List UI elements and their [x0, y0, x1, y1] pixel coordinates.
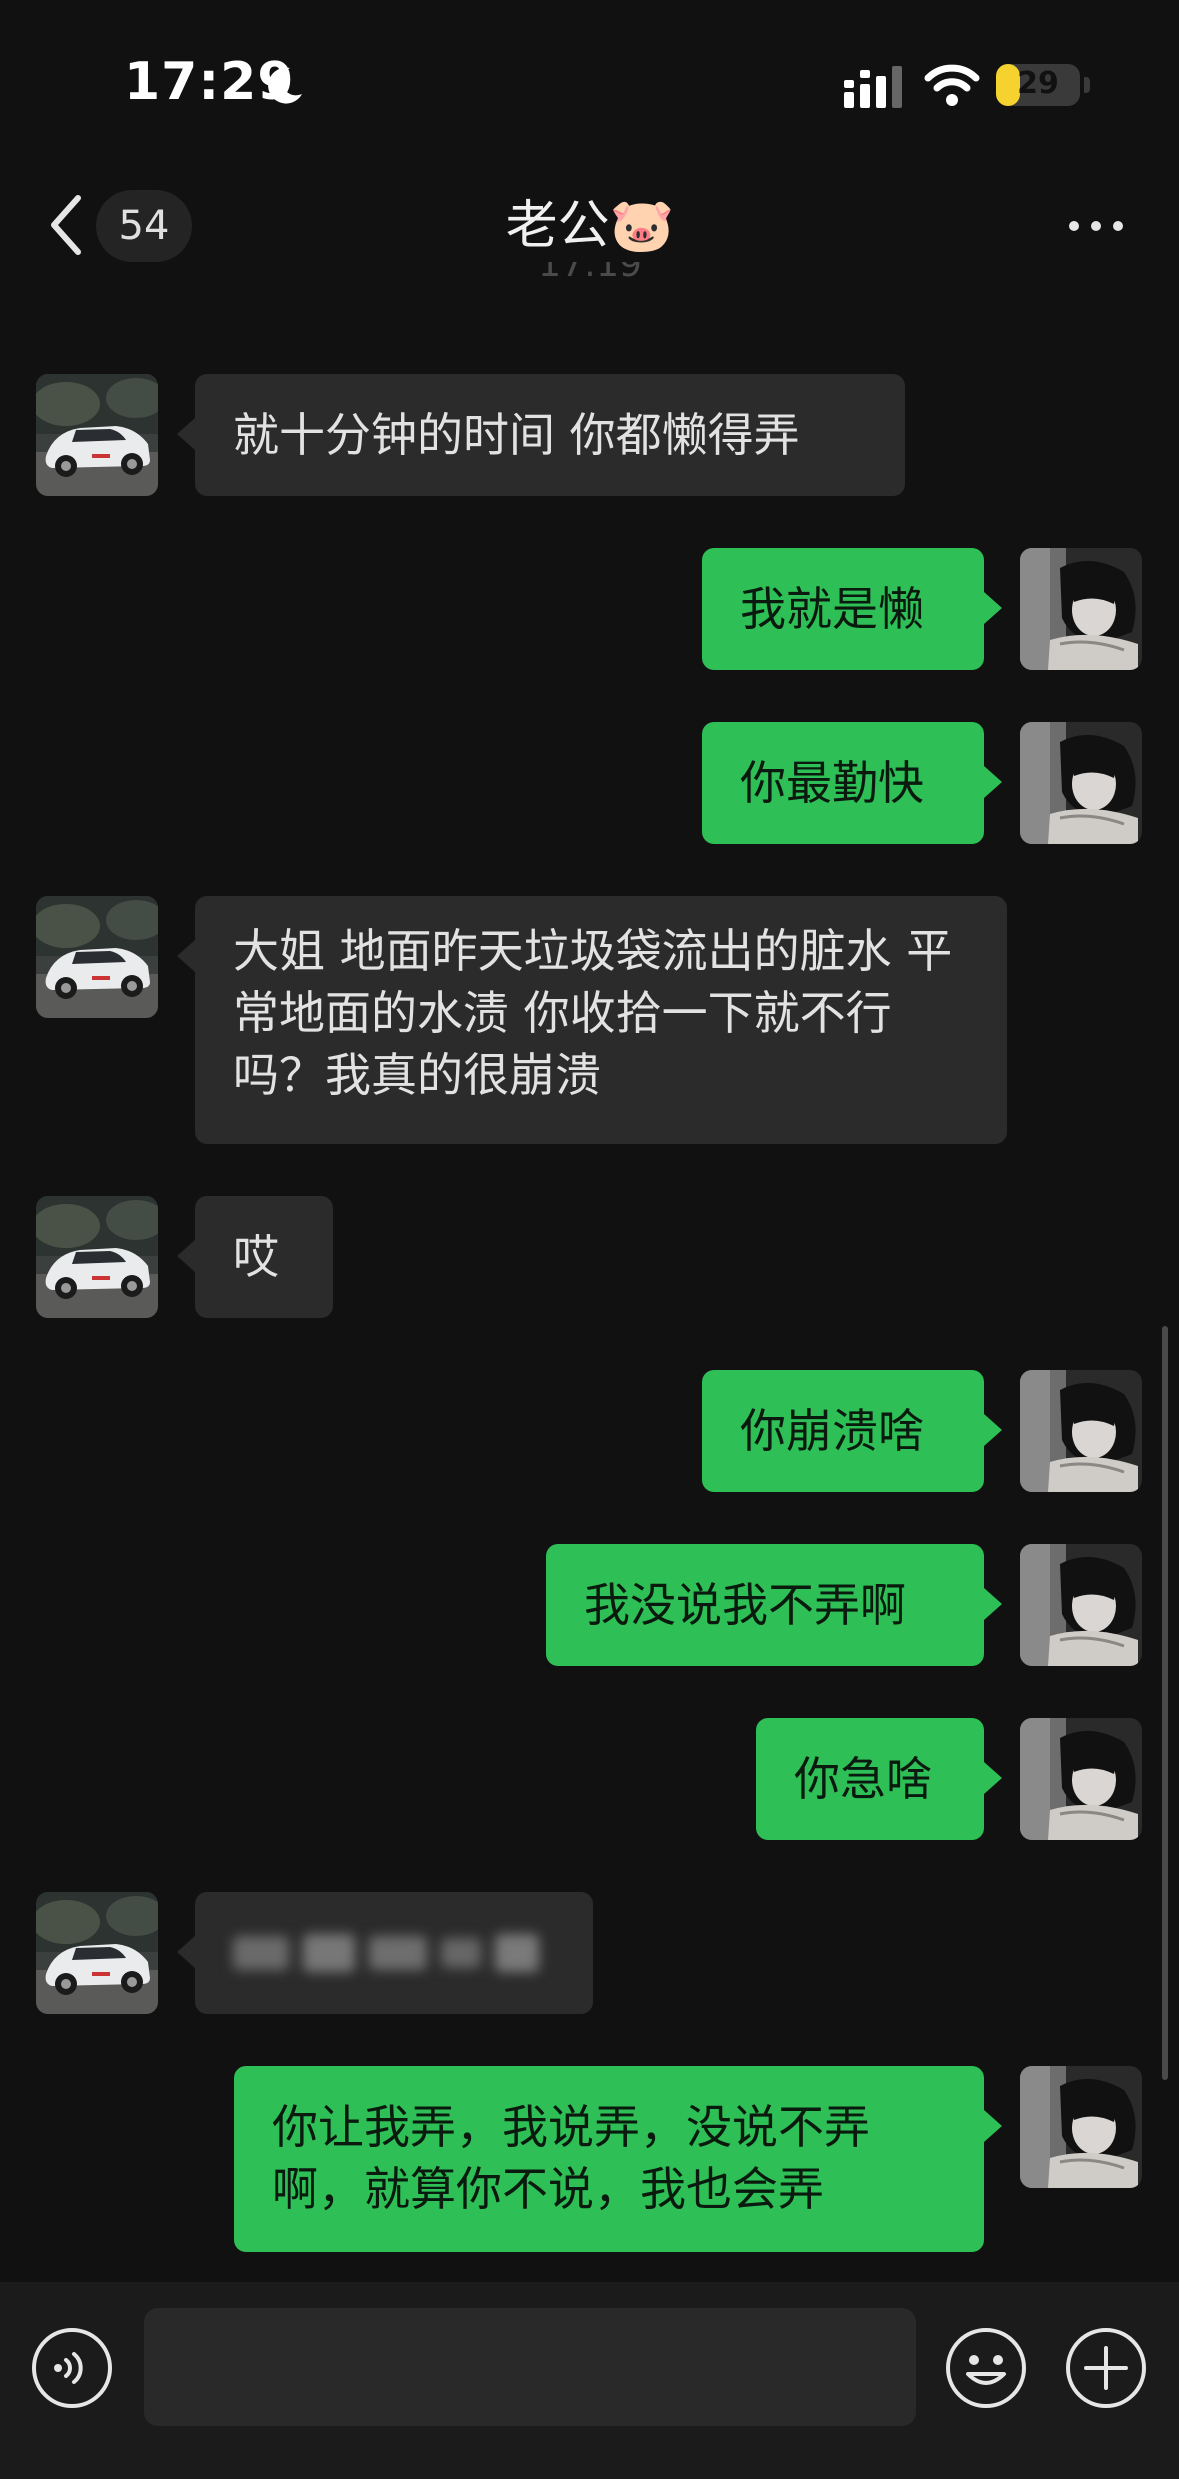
unread-count-badge[interactable]: 54	[96, 190, 192, 262]
contact-avatar[interactable]	[36, 1892, 158, 2014]
message-bubble-sent[interactable]: 你崩溃啥	[702, 1370, 1002, 1492]
wifi-icon	[924, 64, 980, 106]
my-avatar[interactable]	[1020, 1718, 1142, 1840]
message-bubble-sent[interactable]: 我没说我不弄啊	[546, 1544, 1002, 1666]
cellular-signal-icon	[844, 66, 902, 108]
message-bubble-received[interactable]: 大姐 地面昨天垃圾袋流出的脏水 平常地面的水渍 你收拾一下就不行吗？我真的很崩溃	[177, 896, 1007, 1144]
message-bubble-sent[interactable]: 你让我弄，我说弄，没说不弄啊，就算你不说，我也会弄	[234, 2066, 1002, 2252]
message-bubble-received-blurred[interactable]	[177, 1892, 593, 2014]
chevron-left-icon[interactable]	[44, 190, 88, 260]
battery-percent: 29	[1017, 66, 1059, 101]
chat-title: 老公🐷	[505, 196, 675, 256]
moon-icon	[268, 67, 302, 104]
emoji-icon[interactable]	[944, 2326, 1028, 2410]
battery-tip	[1084, 77, 1090, 93]
more-dots-icon[interactable]	[1064, 206, 1128, 246]
scrollbar[interactable]	[1162, 1326, 1168, 2080]
contact-avatar[interactable]	[36, 896, 158, 1018]
message-bubble-sent[interactable]: 你急啥	[756, 1718, 1002, 1840]
my-avatar[interactable]	[1020, 1370, 1142, 1492]
plus-icon[interactable]	[1064, 2326, 1148, 2410]
my-avatar[interactable]	[1020, 2066, 1142, 2188]
message-bubble-received[interactable]: 哎	[177, 1196, 333, 1318]
message-bubble-sent[interactable]: 你最勤快	[702, 722, 1002, 844]
battery-indicator: 29	[996, 64, 1080, 106]
message-input[interactable]	[144, 2308, 916, 2426]
my-avatar[interactable]	[1020, 548, 1142, 670]
voice-icon[interactable]	[30, 2326, 114, 2410]
blurred-content	[233, 1934, 539, 1972]
contact-avatar[interactable]	[36, 1196, 158, 1318]
contact-avatar[interactable]	[36, 374, 158, 496]
message-bubble-received[interactable]: 就十分钟的时间 你都懒得弄	[177, 374, 905, 496]
message-timestamp: 17:19	[538, 262, 642, 285]
my-avatar[interactable]	[1020, 1544, 1142, 1666]
message-bubble-sent[interactable]: 我就是懒	[702, 548, 1002, 670]
my-avatar[interactable]	[1020, 722, 1142, 844]
